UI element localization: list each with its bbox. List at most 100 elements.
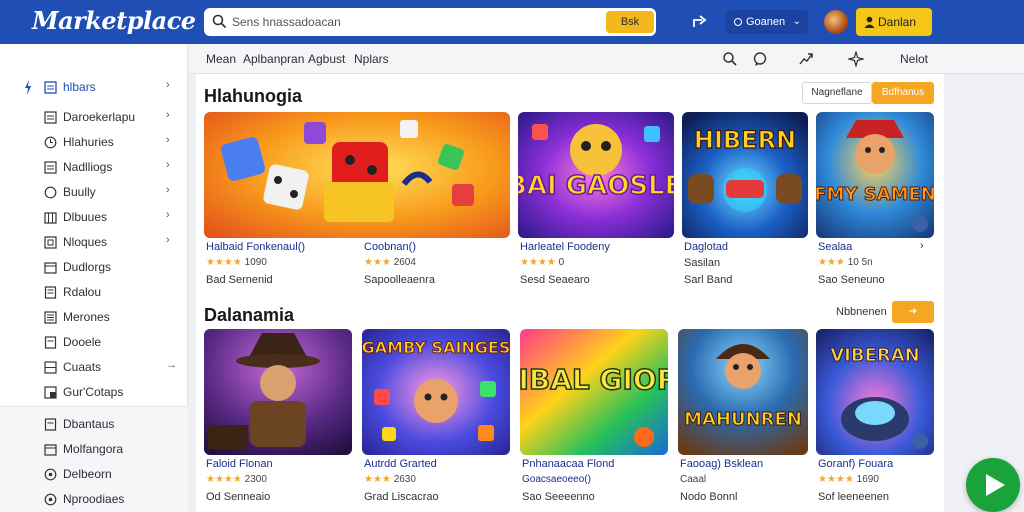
sidebar-item-label: Nproodiaes: [63, 492, 125, 506]
sidebar-item[interactable]: Nadlliogs ›: [0, 155, 188, 180]
arrow-right-icon: →: [166, 359, 177, 371]
card-price: Sao Seneuno: [818, 274, 885, 286]
sidebar-item[interactable]: Hlahuries ›: [0, 130, 188, 155]
search-icon[interactable]: [722, 51, 738, 67]
sidebar-item[interactable]: Merones: [0, 305, 188, 330]
star-rating-icon: ★★★★: [520, 257, 556, 268]
star-rating-icon: ★★★: [818, 257, 845, 268]
subnav-link[interactable]: Mean: [206, 52, 236, 66]
card-price: Sesd Seaearo: [520, 274, 590, 286]
card-price: Sof leeneenen: [818, 491, 889, 503]
art-text: MBAI GAOSLEIS: [518, 171, 674, 201]
sidebar-item[interactable]: Cuaats →: [0, 355, 188, 380]
sidebar-item[interactable]: Delbeorn: [0, 462, 188, 487]
card-rating: ★★★★ 1690: [818, 474, 879, 485]
sidebar-item-label: Merones: [63, 310, 110, 324]
list-icon: [44, 111, 57, 124]
signin-button[interactable]: Danlan: [856, 8, 932, 36]
search-icon: [212, 14, 227, 29]
sidebar-item-label: Dudlorgs: [63, 260, 112, 274]
game-thumbnail: [204, 329, 352, 455]
card-title: Coobnan(): [364, 241, 416, 253]
chevron-right-icon: ›: [166, 79, 170, 91]
art-text: MIBAL GIORE: [520, 363, 668, 396]
avatar[interactable]: [824, 10, 848, 34]
app-logo[interactable]: Marketplace: [32, 6, 196, 35]
art-text: GAMBY SAINGES: [362, 338, 510, 357]
subnav-link[interactable]: Nplars: [354, 52, 389, 66]
subnav-more[interactable]: Nelot: [900, 52, 928, 66]
browse-button[interactable]: Bdfhanus: [872, 82, 934, 104]
sidebar-item[interactable]: Nproodiaes: [0, 487, 188, 512]
star-rating-icon: ★★★: [364, 257, 391, 268]
search-input[interactable]: [232, 12, 604, 32]
art-text: MAHUNREN: [684, 409, 802, 430]
grid-icon: [44, 81, 57, 94]
card-title: Goranf) Fouara: [818, 458, 894, 470]
card-price: Sao Seeeenno: [522, 491, 595, 503]
card-rating: ★★★ 2630: [364, 474, 416, 485]
sidebar-item[interactable]: Dooele: [0, 330, 188, 355]
account-select[interactable]: Goanen ⌄: [726, 10, 808, 34]
card-rating: ★★★ 2604: [364, 257, 416, 268]
sidebar-item[interactable]: Molfangora: [0, 437, 188, 462]
arrow-button[interactable]: ➜: [892, 301, 934, 323]
game-thumbnail: VIBERAN: [816, 329, 934, 455]
card-price: Grad Liscacrao: [364, 491, 439, 503]
filter-button[interactable]: Nagneflane: [802, 82, 872, 104]
circle-icon: [734, 18, 742, 26]
subnav-link[interactable]: Agbust: [308, 52, 345, 66]
trend-icon[interactable]: [798, 51, 814, 67]
sidebar: hlbars › Daroekerlapu › Hlahuries › Nadl…: [0, 44, 188, 512]
sidebar-item[interactable]: Dbantaus: [0, 412, 188, 437]
play-button[interactable]: [966, 458, 1020, 512]
chevron-down-icon: ⌄: [792, 16, 801, 27]
sidebar-item[interactable]: Gur'Cotaps: [0, 380, 188, 405]
sidebar-item[interactable]: Buully ›: [0, 180, 188, 205]
sidebar-item[interactable]: Dudlorgs: [0, 255, 188, 280]
game-thumbnail: SAFMY SAMENRS: [816, 112, 934, 238]
search-button[interactable]: Bsk: [606, 11, 654, 33]
game-thumbnail: MBAI GAOSLEIS: [518, 112, 674, 238]
card-title: Sealaa: [818, 241, 853, 253]
sidebar-item[interactable]: Daroekerlapu ›: [0, 105, 188, 130]
sidebar-item-label: Molfangora: [63, 442, 124, 456]
game-thumbnail: MAHUNREN: [678, 329, 808, 455]
clock-icon: [44, 136, 57, 149]
card-rating: ★★★★ 2300: [206, 474, 267, 485]
card-title: Faloid Flonan: [206, 458, 273, 470]
card-price: Bad Sernenid: [206, 274, 273, 286]
search-box[interactable]: [204, 8, 656, 36]
sidebar-item[interactable]: Dlbuues ›: [0, 205, 188, 230]
sidebar-item-label: Cuaats: [63, 360, 102, 374]
sidebar-item-label: Dlbuues: [63, 210, 108, 224]
game-thumbnail: [204, 112, 510, 238]
sidebar-item-label: Nadlliogs: [63, 160, 113, 174]
card-price: Sarl Band: [684, 274, 733, 286]
sidebar-item[interactable]: Nloques ›: [0, 230, 188, 255]
chat-icon[interactable]: [752, 51, 768, 67]
top-bar: Marketplace Bsk Goanen ⌄ Danlan: [0, 0, 1024, 44]
circle-icon: [44, 493, 57, 506]
subnav-link[interactable]: Aplbanpran: [243, 52, 304, 66]
card-title: Faooag) Bsklean: [680, 458, 764, 470]
star-rating-icon: ★★★: [364, 474, 391, 485]
share-icon[interactable]: [690, 12, 710, 32]
card-rating: ★★★★ 0: [520, 257, 565, 268]
sidebar-item[interactable]: hlbars ›: [0, 75, 188, 100]
art-text: SAFMY SAMENRS: [816, 184, 934, 205]
chevron-right-icon: ›: [166, 234, 170, 246]
sub-nav: Mean Aplbanpran Agbust Nplars Nelot: [188, 44, 1024, 74]
sidebar-item[interactable]: Rdalou: [0, 280, 188, 305]
section-title: Dalanamia: [204, 305, 295, 325]
card-price: Od Senneaio: [206, 491, 271, 503]
card-subtitle: Goacsaeoeeo(): [522, 474, 591, 485]
star-rating-icon: ★★★★: [818, 474, 854, 485]
doc-icon: [44, 286, 57, 299]
sparkle-icon[interactable]: [848, 51, 864, 67]
section-more-link[interactable]: Nbbnenen: [836, 306, 887, 318]
account-label: Goanen: [746, 16, 786, 28]
chevron-right-icon[interactable]: ›: [920, 240, 924, 252]
section-title: Hlahunogia: [204, 86, 302, 106]
card-price: Nodo Bonnl: [680, 491, 738, 503]
